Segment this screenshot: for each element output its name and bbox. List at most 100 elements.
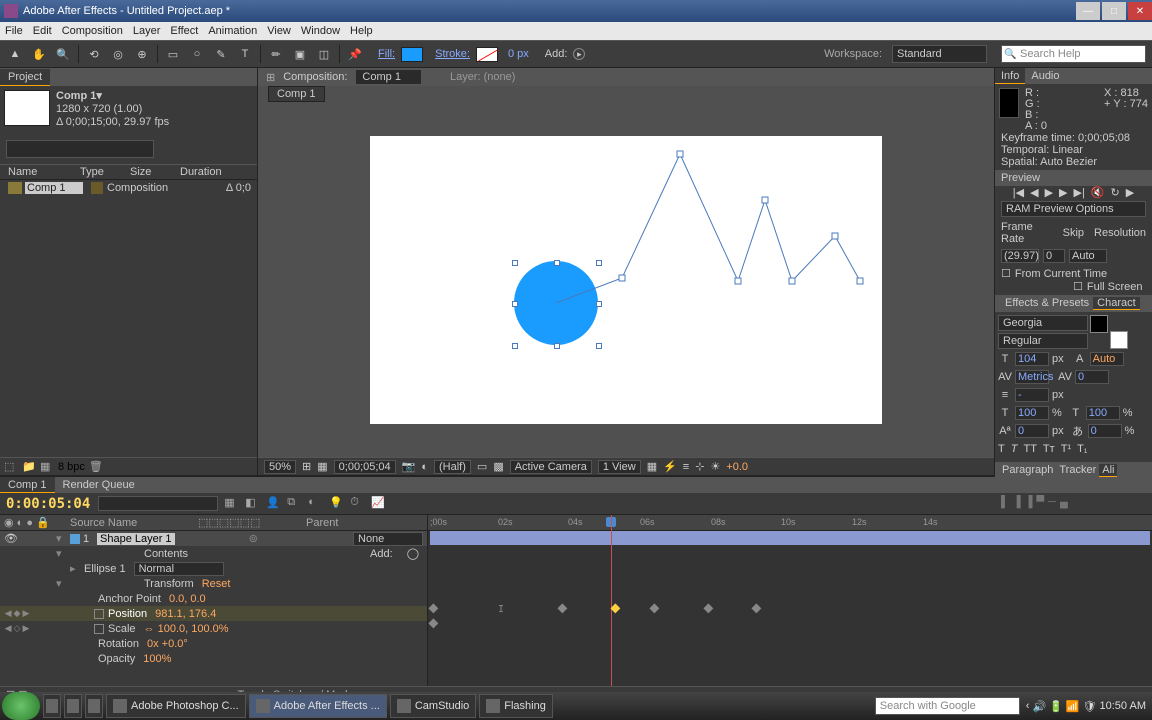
taskbar-flashing[interactable]: Flashing [479,694,553,718]
fast-preview-icon[interactable]: ⚡ [663,460,677,473]
pen-tool[interactable]: ✎ [212,45,230,63]
composition-canvas[interactable] [370,136,882,424]
opacity-value[interactable]: 100% [143,653,171,665]
prop-ellipse[interactable]: ▸ Ellipse 1 Normal [0,561,427,576]
autokey-icon[interactable]: ⏱ [350,496,366,512]
stopwatch-icon[interactable] [94,609,104,619]
fullscreen-checkbox[interactable]: ☐ [1073,280,1083,293]
tray-icon[interactable]: 📶 [1066,700,1080,713]
add-button[interactable]: ◯ [407,547,419,560]
scale-value[interactable]: ⇔ 100.0, 100.0% [144,623,229,635]
keyframe[interactable] [428,618,438,628]
comp-subtab[interactable]: Comp 1 [268,86,325,102]
taskbar-quicklaunch[interactable] [64,694,82,718]
add-button[interactable]: ▸ [573,48,585,60]
timeline-tracks[interactable]: ;00s 02s 04s 06s 08s 10s 12s 14s I [428,515,1152,686]
font-size-field[interactable]: 104 [1015,352,1049,366]
allcaps-icon[interactable]: TT [1023,443,1036,455]
transparency-icon[interactable]: ▩ [493,460,503,473]
taskbar-photoshop[interactable]: Adobe Photoshop C... [106,694,246,718]
grid-icon[interactable]: ⊞ [302,460,311,473]
exposure-reset-icon[interactable]: ☀ [710,460,720,473]
baseline-field[interactable]: 0 [1015,424,1049,438]
font-style-select[interactable]: Regular [998,333,1088,349]
menu-effect[interactable]: Effect [170,25,198,37]
stroke-label[interactable]: Stroke: [435,48,470,60]
next-frame-button[interactable]: ▶ [1059,186,1067,199]
fill-color[interactable] [1090,315,1108,333]
skip-select[interactable]: 0 [1043,249,1065,263]
character-tab[interactable]: Charact [1093,297,1140,310]
stopwatch-icon[interactable] [94,624,104,634]
twirl-icon[interactable]: ▾ [56,532,70,545]
channel-icon[interactable]: ◐ [421,461,428,473]
label-color[interactable] [70,534,80,544]
project-tab[interactable]: Project [0,69,50,86]
align-left-icon[interactable]: ▌ [1001,496,1009,508]
resolution-select[interactable]: Auto [1069,249,1107,263]
leading-field[interactable]: Auto [1090,352,1124,366]
superscript-icon[interactable]: T¹ [1061,443,1071,455]
selection-tool[interactable]: ▲ [6,45,24,63]
frame-blend-icon[interactable]: ⧉ [287,496,303,512]
roi-icon[interactable]: ▭ [477,460,487,473]
comp-select[interactable]: Comp 1 [355,69,422,85]
bpc-toggle[interactable]: 8 bpc [58,461,85,473]
canvas-area[interactable] [258,102,994,457]
taskbar-search[interactable]: Search with Google [875,697,1020,715]
stroke-width[interactable]: 0 px [508,48,529,60]
rotate-tool[interactable]: ⟲ [85,45,103,63]
keyframe[interactable] [428,603,438,613]
workspace-select[interactable]: Standard [892,45,987,63]
prop-rotation[interactable]: Rotation 0x +0.0° [0,636,427,651]
maximize-button[interactable]: □ [1102,2,1126,20]
motion-blur-icon[interactable]: ◐ [308,496,324,512]
prop-opacity[interactable]: Opacity 100% [0,651,427,666]
tsume-field[interactable]: 0 [1088,424,1122,438]
from-current-checkbox[interactable]: ☐ [1001,267,1011,280]
folder-icon[interactable]: 📁 [22,460,36,474]
align-bottom-icon[interactable]: ▄ [1060,496,1068,508]
trash-icon[interactable]: 🗑 [89,460,103,474]
zoom-tool[interactable]: 🔍 [54,45,72,63]
close-button[interactable]: ✕ [1128,2,1152,20]
align-hcenter-icon[interactable]: ▐ [1013,496,1021,508]
layer-duration-bar[interactable] [430,531,1150,545]
fill-swatch[interactable] [401,47,423,62]
clone-tool[interactable]: ▣ [291,45,309,63]
camera-tool[interactable]: ◎ [109,45,127,63]
tray-icon[interactable]: ‹ [1026,700,1030,712]
prev-kf-icon[interactable]: ◀ [5,608,12,619]
align-vcenter-icon[interactable]: ─ [1048,496,1056,508]
tracker-tab[interactable]: Tracker [1056,464,1099,477]
interpret-icon[interactable]: ⬚ [4,460,18,474]
text-tool[interactable]: T [236,45,254,63]
align-top-icon[interactable]: ▀ [1036,496,1044,508]
faux-italic-icon[interactable]: T [1011,443,1018,455]
reset-link[interactable]: Reset [202,578,231,590]
zoom-select[interactable]: 50% [264,460,296,474]
menu-layer[interactable]: Layer [133,25,161,37]
project-item-comp1[interactable]: Comp 1 Composition Δ 0;0 [0,180,257,196]
draft3d-icon[interactable]: ◧ [245,496,261,512]
timeline-tab-comp1[interactable]: Comp 1 [0,477,55,493]
prop-transform[interactable]: ▾ Transform Reset [0,576,427,591]
time-ruler[interactable]: ;00s 02s 04s 06s 08s 10s 12s 14s [428,515,1152,531]
info-tab[interactable]: Info [995,68,1025,84]
timeline-search[interactable] [98,496,218,511]
hide-shy-icon[interactable]: 👤 [266,496,282,512]
mask-icon[interactable]: ▦ [317,460,327,473]
taskbar-aftereffects[interactable]: Adobe After Effects ... [249,694,387,718]
rect-tool[interactable]: ▭ [164,45,182,63]
stroke-swatch[interactable] [476,47,498,62]
prev-kf-icon[interactable]: ◀ [5,623,12,634]
menu-window[interactable]: Window [301,25,340,37]
roving-keyframe[interactable]: I [498,604,504,615]
kf-toggle-icon[interactable]: ◆ [14,608,21,619]
pixel-aspect-icon[interactable]: ▦ [647,460,657,473]
graph-editor-icon[interactable]: 📈 [371,496,387,512]
tray-icon[interactable]: 🔊 [1032,700,1046,713]
subscript-icon[interactable]: T₁ [1077,443,1087,455]
menu-edit[interactable]: Edit [33,25,52,37]
menu-view[interactable]: View [267,25,291,37]
